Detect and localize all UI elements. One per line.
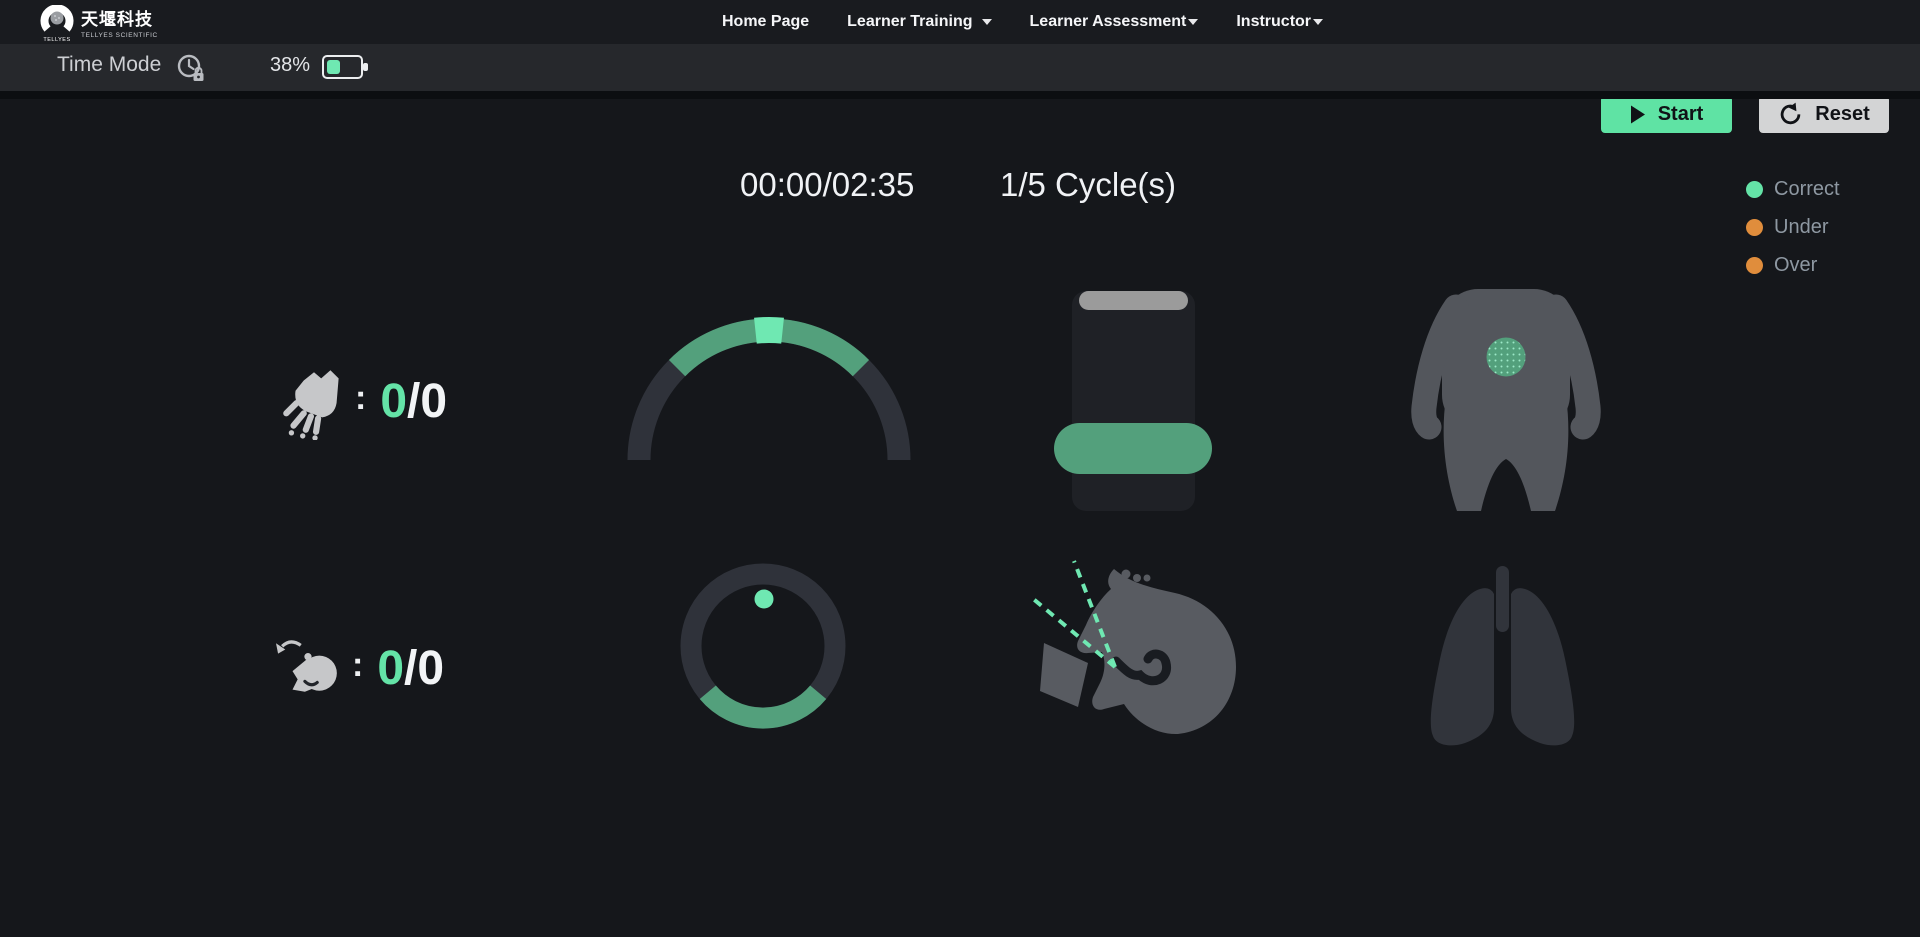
rate-marker <box>755 330 782 331</box>
ventilation-counter: : 0 / 0 <box>276 636 444 700</box>
ventilation-ring-gauge <box>673 556 853 736</box>
nav-item-instructor[interactable]: Instructor <box>1236 13 1323 31</box>
ventilation-count: 0 <box>377 641 404 696</box>
compression-separator: / <box>407 374 420 429</box>
nav-item-home-page[interactable]: Home Page <box>722 13 809 31</box>
compression-count: 0 <box>380 374 407 429</box>
compression-counter: : 0 / 0 <box>283 362 447 440</box>
depth-track <box>1072 291 1195 511</box>
session-timer: 00:00/02:35 <box>740 166 914 204</box>
logo-wordmark: TELLYES <box>40 37 74 43</box>
compression-rate-gauge <box>619 312 919 482</box>
chevron-down-icon <box>1313 19 1323 25</box>
battery-icon <box>322 55 368 79</box>
battery-fill <box>327 60 340 74</box>
top-nav-bar: TELLYES 天堰科技 TELLYES SCIENTIFIC Home Pag… <box>0 0 1920 44</box>
ventilation-separator: / <box>404 641 417 696</box>
under-dot-icon <box>1746 219 1763 236</box>
cycle-counter: 1/5 Cycle(s) <box>1000 166 1176 204</box>
ring-marker-dot <box>755 590 774 609</box>
status-legend: Correct Under Over <box>1746 170 1840 284</box>
nav-item-learner-assessment[interactable]: Learner Assessment <box>1030 13 1199 31</box>
battery-percent-label: 38% <box>270 54 310 77</box>
compression-total: 0 <box>420 374 447 429</box>
reset-button[interactable]: Reset <box>1759 96 1889 133</box>
brand-name-cn: 天堰科技 <box>81 5 158 30</box>
tellyes-logo-icon: TELLYES <box>40 5 74 43</box>
start-button[interactable]: Start <box>1601 96 1732 133</box>
lungs-icon <box>1408 564 1598 752</box>
section-divider <box>0 91 1920 99</box>
brand-logo[interactable]: TELLYES 天堰科技 TELLYES SCIENTIFIC <box>40 5 158 43</box>
toolbar: Time Mode 38% Start R <box>0 44 1920 91</box>
main-nav: Home Page Learner Training Learner Asses… <box>722 0 1323 44</box>
depth-target-zone <box>1054 423 1212 474</box>
time-mode-label: Time Mode <box>57 53 161 77</box>
legend-item-under: Under <box>1746 208 1840 246</box>
over-dot-icon <box>1746 257 1763 274</box>
head-tilt-icon <box>276 636 342 700</box>
brand-name-en: TELLYES SCIENTIFIC <box>81 32 158 39</box>
ring-target-zone <box>708 692 818 718</box>
correct-dot-icon <box>1746 181 1763 198</box>
legend-item-correct: Correct <box>1746 170 1840 208</box>
ventilation-total: 0 <box>417 641 444 696</box>
nav-item-learner-training[interactable]: Learner Training <box>847 13 991 31</box>
play-icon <box>1630 105 1646 124</box>
hand-icon <box>283 362 345 440</box>
airway-head-diagram <box>1030 557 1252 749</box>
cpr-training-screen: TELLYES 天堰科技 TELLYES SCIENTIFIC Home Pag… <box>0 0 1920 937</box>
colon: : <box>352 646 363 685</box>
reset-icon <box>1778 102 1803 127</box>
chevron-down-icon <box>1188 19 1198 25</box>
compression-depth-indicator <box>1054 291 1212 512</box>
clock-lock-icon[interactable] <box>176 53 208 90</box>
legend-item-over: Over <box>1746 246 1840 284</box>
manikin-torso <box>1398 281 1614 513</box>
depth-top-cap <box>1079 291 1188 310</box>
colon: : <box>355 379 366 418</box>
chevron-down-icon <box>982 19 992 25</box>
